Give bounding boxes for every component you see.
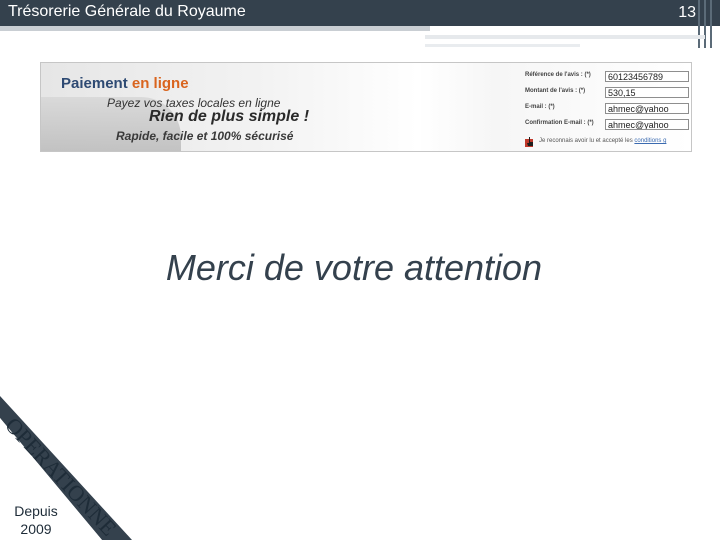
slide-header: Trésorerie Générale du Royaume 13 bbox=[0, 0, 720, 26]
payment-form: Référence de l'avis : (*) 60123456789 Mo… bbox=[517, 67, 689, 149]
since-year: 2009 bbox=[20, 521, 52, 537]
banner-title-accent: en ligne bbox=[131, 75, 189, 92]
banner-tagline-3: Rapide, facile et 100% sécurisé bbox=[116, 129, 294, 143]
reference-label: Référence de l'avis : (*) bbox=[525, 72, 591, 78]
form-row-email-confirm: Confirmation E-mail : (*) ahmec@yahoo bbox=[517, 119, 689, 131]
hand-cursor-icon bbox=[525, 137, 533, 147]
header-decoration bbox=[694, 0, 720, 50]
terms-text: Je reconnais avoir lu et accepté les con… bbox=[539, 138, 666, 144]
header-accent-line bbox=[425, 35, 705, 39]
form-row-email: E-mail : (*) ahmec@yahoo bbox=[517, 103, 689, 115]
email-input[interactable]: ahmec@yahoo bbox=[605, 103, 689, 114]
email-confirm-input[interactable]: ahmec@yahoo bbox=[605, 119, 689, 130]
header-accent-line-short bbox=[425, 44, 580, 47]
thanks-message-container: Merci de votre attention bbox=[0, 247, 720, 289]
thanks-message: Merci de votre attention bbox=[165, 247, 543, 288]
form-row-reference: Référence de l'avis : (*) 60123456789 bbox=[517, 71, 689, 83]
amount-input[interactable]: 530,15 bbox=[605, 87, 689, 98]
email-confirm-label: Confirmation E-mail : (*) bbox=[525, 120, 594, 126]
terms-link[interactable]: conditions g bbox=[634, 138, 666, 144]
since-text: Depuis bbox=[14, 503, 58, 519]
banner-title: Paiement en ligne bbox=[61, 75, 189, 92]
terms-row: Je reconnais avoir lu et accepté les con… bbox=[525, 137, 689, 147]
form-row-amount: Montant de l'avis : (*) 530,15 bbox=[517, 87, 689, 99]
reference-input[interactable]: 60123456789 bbox=[605, 71, 689, 82]
banner-title-main: Paiement bbox=[61, 75, 128, 92]
header-title: Trésorerie Générale du Royaume bbox=[8, 3, 246, 20]
terms-prefix: Je reconnais avoir lu et accepté les bbox=[539, 138, 633, 144]
banner-tagline-2: Rien de plus simple ! bbox=[149, 108, 310, 125]
amount-label: Montant de l'avis : (*) bbox=[525, 88, 586, 94]
header-underline bbox=[0, 26, 430, 31]
email-label: E-mail : (*) bbox=[525, 104, 555, 110]
payment-banner: Paiement en ligne Payez vos taxes locale… bbox=[40, 62, 692, 152]
since-label: Depuis 2009 bbox=[4, 502, 68, 538]
